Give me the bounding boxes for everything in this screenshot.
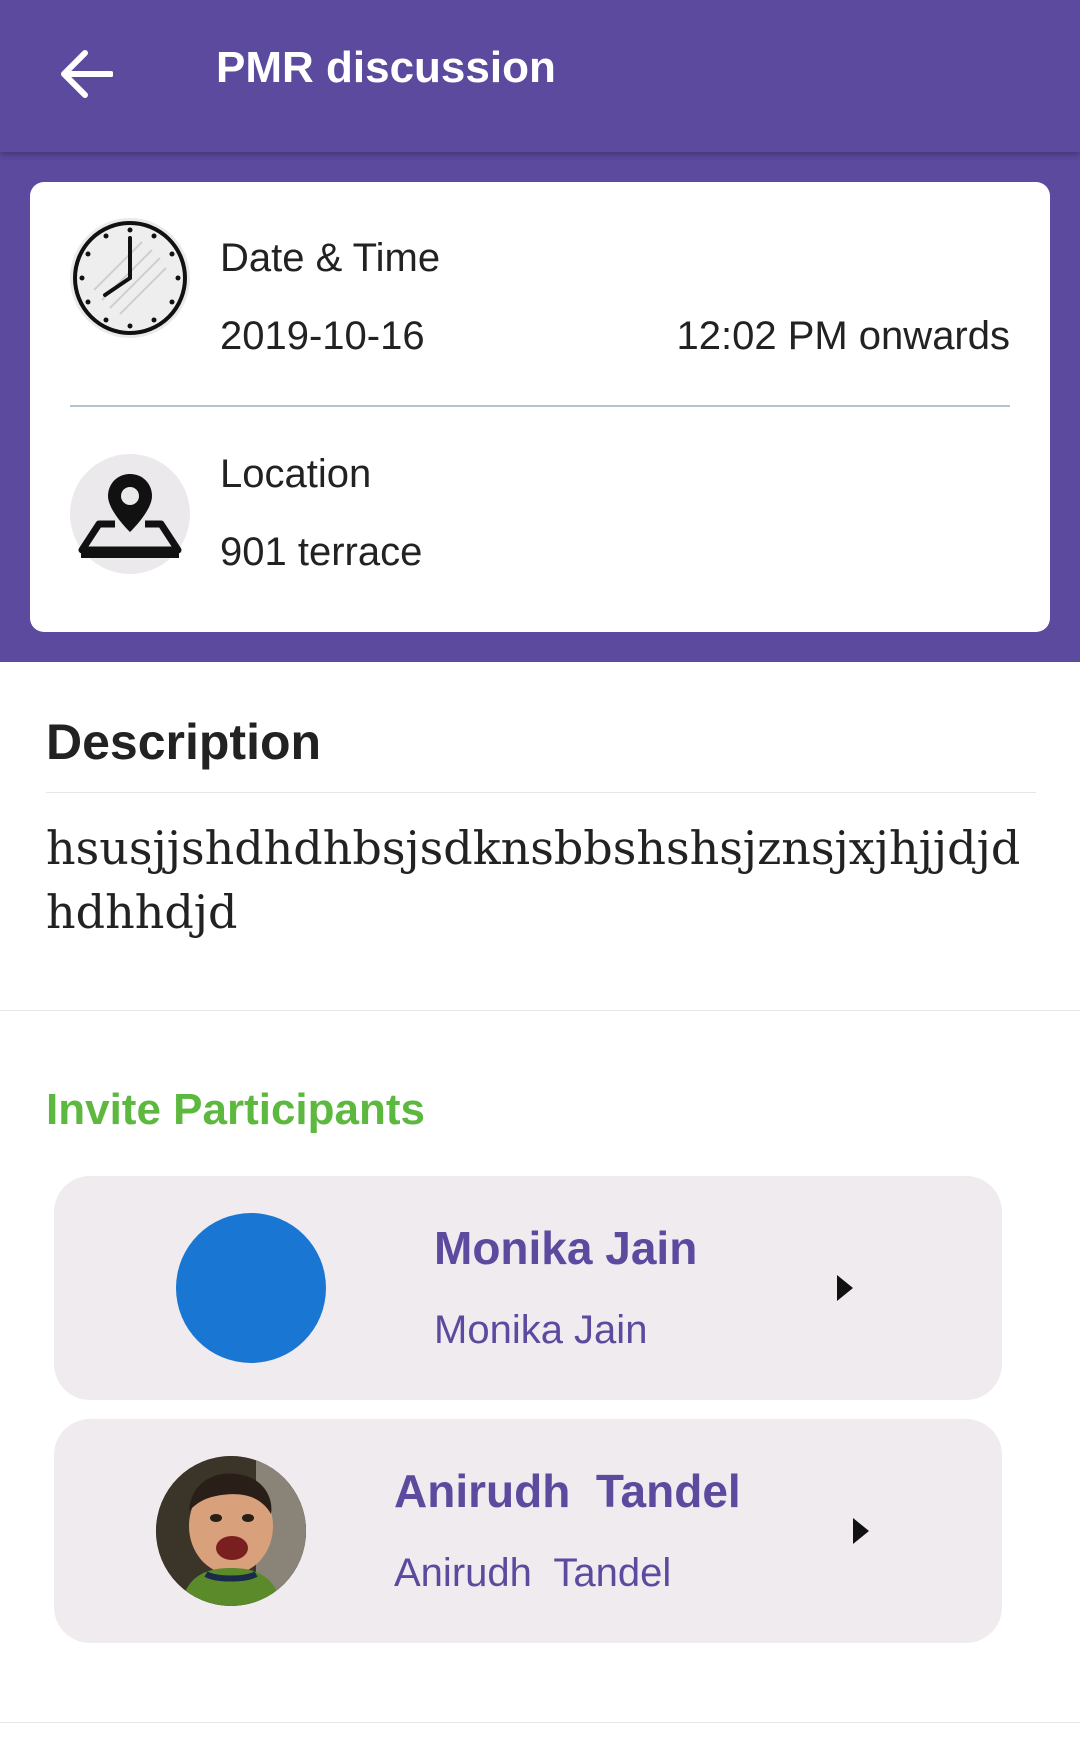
participant-name: Monika Jain	[434, 1222, 698, 1274]
participant-subtitle: Monika Jain	[434, 1308, 648, 1352]
avatar	[176, 1213, 326, 1363]
participant-card[interactable]: Anirudh Tandel Anirudh Tandel	[54, 1419, 1002, 1643]
arrow-left-icon	[61, 50, 113, 98]
section-divider	[0, 1010, 1080, 1011]
invite-participants-title: Invite Participants	[46, 1085, 426, 1134]
location-icon-circle	[70, 454, 190, 574]
description-text: hsusjjshdhdhbsjsdknsbbshshsjznsjxjhjjdjd…	[46, 821, 1021, 939]
description-title: Description	[46, 714, 322, 770]
bottom-divider	[0, 1722, 1080, 1723]
chevron-right-icon[interactable]	[830, 1268, 860, 1308]
page-title: PMR discussion	[216, 43, 556, 92]
event-time: 12:02 PM onwards	[676, 314, 1010, 358]
date-time-label: Date & Time	[220, 236, 441, 280]
chevron-right-icon[interactable]	[846, 1511, 876, 1551]
participant-subtitle: Anirudh Tandel	[394, 1551, 672, 1595]
location-label: Location	[220, 452, 372, 496]
app-bar: PMR discussion	[0, 0, 1080, 152]
event-date: 2019-10-16	[220, 314, 425, 358]
description-divider	[46, 792, 1036, 793]
participant-card[interactable]: Monika Jain Monika Jain	[54, 1176, 1002, 1400]
clock-icon-circle	[70, 218, 190, 338]
location-value: 901 terrace	[220, 530, 423, 574]
back-button[interactable]	[40, 28, 132, 120]
avatar	[156, 1456, 306, 1606]
card-divider	[70, 405, 1010, 407]
child-photo-icon	[156, 1456, 306, 1606]
clock-icon	[73, 221, 187, 335]
map-pin-icon	[78, 474, 182, 558]
participant-name: Anirudh Tandel	[394, 1465, 741, 1517]
event-details-card: Date & Time 2019-10-16 12:02 PM onwards …	[30, 182, 1050, 632]
